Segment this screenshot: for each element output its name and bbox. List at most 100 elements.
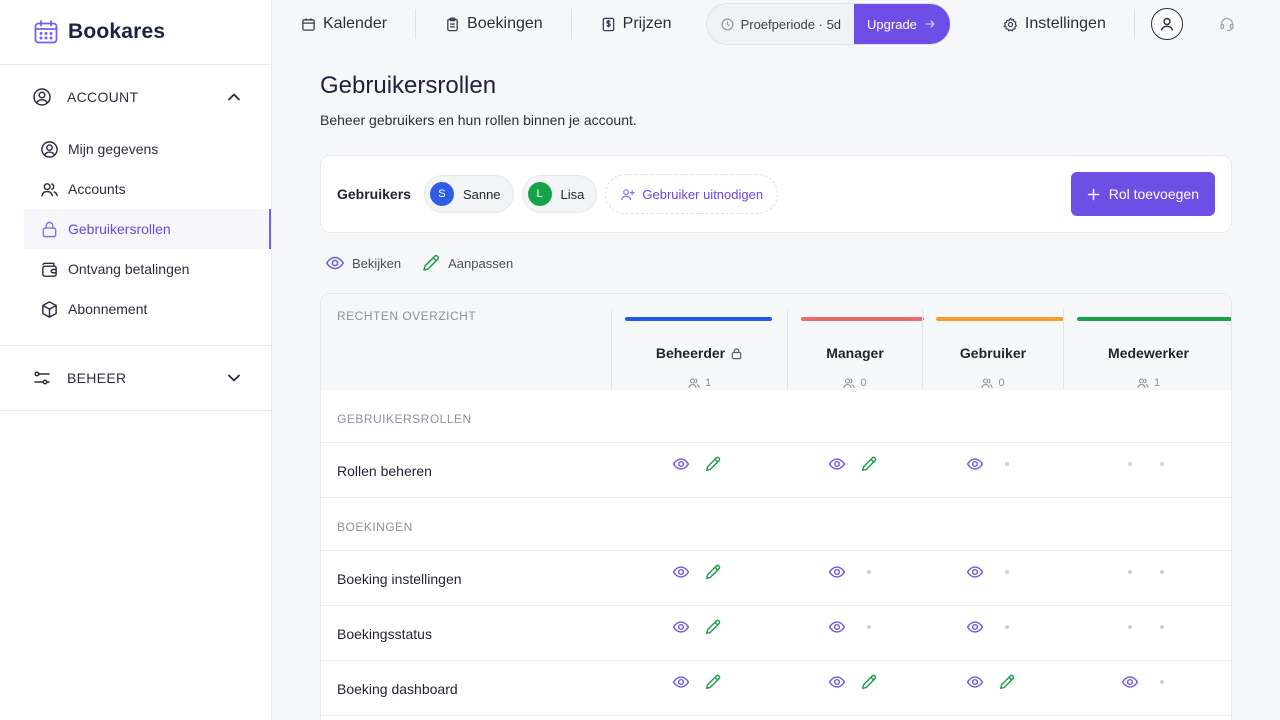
tab-label: Kalender	[323, 15, 388, 32]
sidebar-item-mijn-gegevens[interactable]: Mijn gegevens	[24, 129, 271, 169]
empty-dot	[1128, 625, 1132, 629]
add-role-label: Rol toevoegen	[1108, 186, 1199, 202]
sidebar-item-label: Ontvang betalingen	[68, 261, 190, 277]
role-column-gebruiker[interactable]: Gebruiker 0	[922, 309, 1064, 390]
legend-edit-label: Aanpassen	[448, 255, 514, 271]
user-chip-sanne[interactable]: S Sanne	[423, 175, 514, 213]
brand[interactable]: Bookares	[0, 0, 271, 65]
eye-icon[interactable]	[828, 563, 846, 581]
eye-icon[interactable]	[828, 618, 846, 636]
lock-icon	[40, 220, 59, 239]
tab-kalender[interactable]: Kalender	[301, 10, 387, 38]
pencil-icon[interactable]	[860, 673, 878, 691]
permission-row: Boeking instellingen	[321, 551, 1231, 606]
permission-row: Boeking dashboard	[321, 661, 1231, 716]
empty-dot	[1160, 570, 1164, 574]
tab-prijzen[interactable]: Prijzen	[601, 10, 672, 38]
role-color-bar	[1077, 317, 1231, 321]
legend-edit: Aanpassen	[421, 253, 513, 273]
gear-icon	[1003, 16, 1018, 32]
pencil-icon[interactable]	[998, 673, 1016, 691]
chevron-down-icon[interactable]	[225, 369, 243, 387]
sidebar-item-accounts[interactable]: Accounts	[24, 169, 271, 209]
user-name: Lisa	[560, 186, 585, 202]
invite-user-button[interactable]: Gebruiker uitnodigen	[605, 174, 779, 214]
role-name: Manager	[788, 345, 922, 361]
section-account[interactable]: ACCOUNT	[0, 65, 271, 129]
upgrade-button[interactable]: Upgrade	[854, 4, 950, 44]
role-name: Beheerder	[612, 345, 787, 361]
eye-icon[interactable]	[672, 618, 690, 636]
trial-label: Proefperiode · 5d	[740, 16, 842, 32]
role-name-text: Medewerker	[1108, 345, 1189, 361]
price-tag-icon	[601, 17, 616, 32]
matrix-header: RECHTEN OVERZICHT Beheerder 1 Manager 0 Gebr…	[321, 294, 1231, 390]
plus-icon	[1087, 188, 1100, 201]
eye-icon[interactable]	[828, 455, 846, 473]
eye-icon[interactable]	[828, 673, 846, 691]
tab-label: Boekingen	[467, 15, 543, 32]
chevron-up-icon[interactable]	[225, 88, 243, 106]
empty-dot	[1160, 625, 1164, 629]
role-name-text: Manager	[826, 345, 884, 361]
add-role-button[interactable]: Rol toevoegen	[1070, 172, 1215, 216]
pencil-icon[interactable]	[704, 563, 722, 581]
empty-dot	[1160, 462, 1164, 466]
section-beheer-label: BEHEER	[67, 370, 127, 386]
eye-icon[interactable]	[672, 673, 690, 691]
eye-icon[interactable]	[966, 563, 984, 581]
eye-icon[interactable]	[966, 618, 984, 636]
sidebar-item-ontvang-betalingen[interactable]: Ontvang betalingen	[24, 249, 271, 289]
user-avatar: L	[527, 182, 552, 206]
sidebar-item-abonnement[interactable]: Abonnement	[24, 289, 271, 329]
permission-label: Boeking dashboard	[337, 681, 458, 697]
permission-cell-gebruiker	[966, 618, 1030, 636]
page-subtitle: Beheer gebruikers en hun rollen binnen j…	[320, 112, 637, 128]
empty-dot	[1005, 625, 1009, 629]
role-color-bar	[625, 317, 772, 321]
permission-legend: Bekijken Aanpassen	[325, 253, 533, 273]
empty-dot	[1005, 570, 1009, 574]
pencil-icon[interactable]	[704, 673, 722, 691]
user-circle-icon	[40, 140, 59, 159]
role-column-manager[interactable]: Manager 0	[787, 309, 924, 390]
eye-icon[interactable]	[966, 673, 984, 691]
pencil-icon[interactable]	[704, 618, 722, 636]
eye-icon[interactable]	[966, 455, 984, 473]
role-column-beheerder[interactable]: Beheerder 1	[611, 309, 787, 390]
sidebar-item-gebruikersrollen[interactable]: Gebruikersrollen	[24, 209, 271, 249]
brand-name: Bookares	[68, 20, 166, 43]
clipboard-icon	[445, 16, 460, 32]
box-icon	[40, 300, 59, 319]
lock-icon	[730, 347, 743, 360]
matrix-header-label: RECHTEN OVERZICHT	[337, 309, 477, 323]
tab-boekingen[interactable]: Boekingen	[445, 10, 543, 38]
user-chip-lisa[interactable]: L Lisa	[521, 175, 598, 213]
section-beheer[interactable]: BEHEER	[0, 346, 271, 410]
settings-label: Instellingen	[1024, 15, 1106, 32]
permission-label: Rollen beheren	[337, 463, 432, 479]
eye-icon	[325, 253, 345, 273]
role-user-count-value: 0	[860, 377, 867, 389]
invite-label: Gebruiker uitnodigen	[642, 186, 764, 202]
empty-dot	[1128, 462, 1132, 466]
permission-label: Boekingsstatus	[337, 626, 432, 642]
pencil-icon[interactable]	[704, 455, 722, 473]
settings-link[interactable]: Instellingen	[1003, 10, 1106, 38]
empty-dot	[1128, 570, 1132, 574]
permission-cell-beheerder	[672, 455, 736, 473]
empty-dot	[1160, 680, 1164, 684]
permission-group: GEBRUIKERSROLLEN	[321, 390, 1231, 443]
empty-dot	[867, 570, 871, 574]
headset-icon[interactable]	[1219, 16, 1235, 32]
eye-icon[interactable]	[672, 563, 690, 581]
pencil-icon[interactable]	[860, 455, 878, 473]
role-column-medewerker[interactable]: Medewerker 1	[1063, 309, 1231, 390]
role-name: Medewerker	[1064, 345, 1231, 361]
avatar[interactable]	[1150, 8, 1183, 40]
permission-cell-gebruiker	[966, 673, 1030, 691]
permission-cell-beheerder	[672, 563, 736, 581]
eye-icon[interactable]	[1121, 673, 1139, 691]
user-circle-icon	[32, 87, 52, 107]
eye-icon[interactable]	[672, 455, 690, 473]
